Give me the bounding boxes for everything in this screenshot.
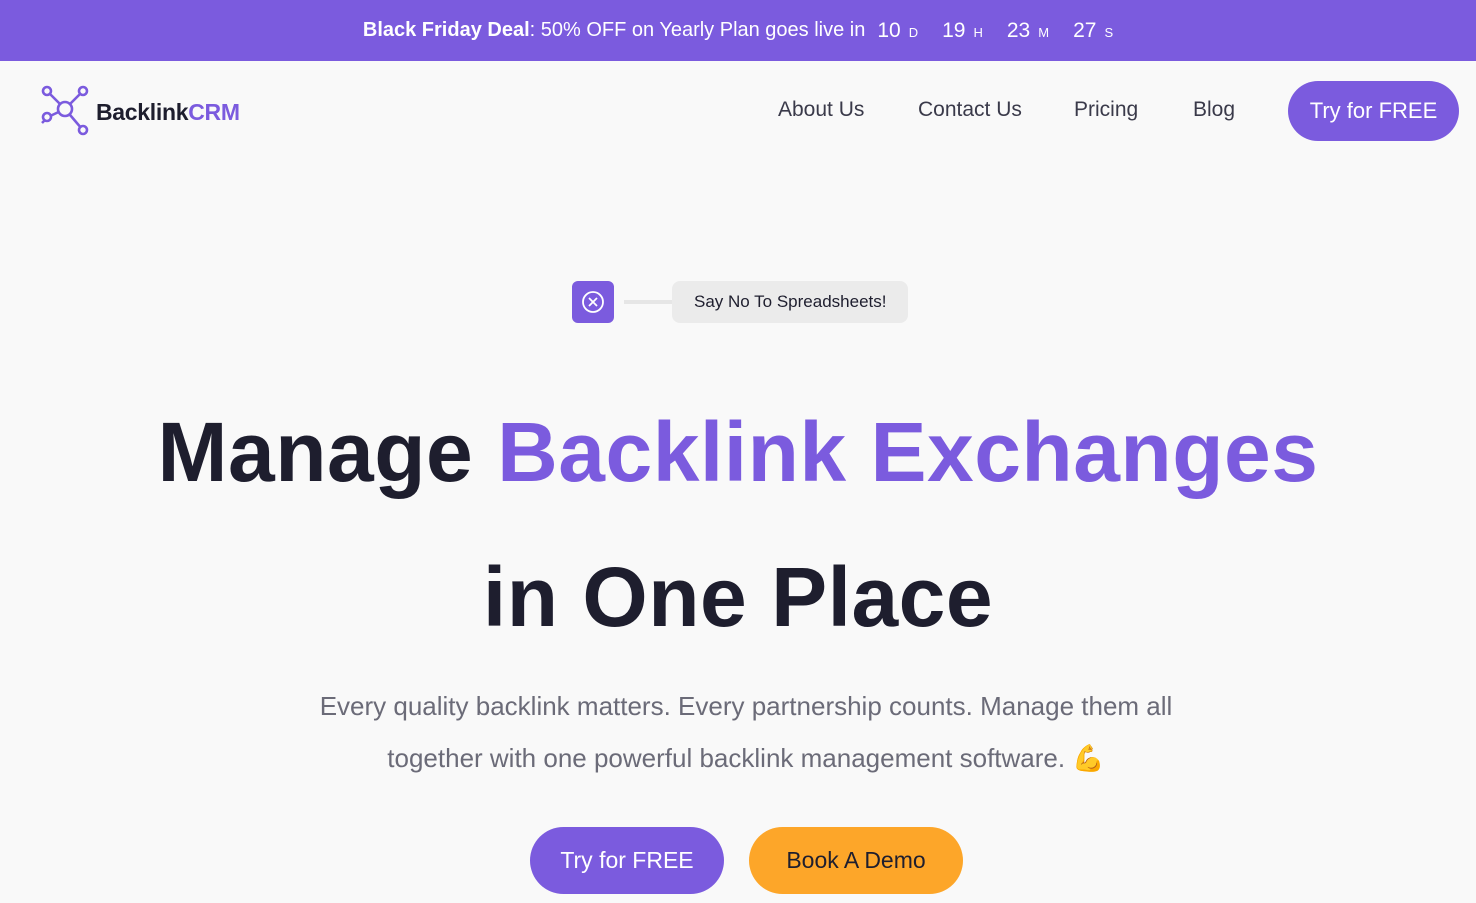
countdown-hours: 19 H: [942, 19, 983, 43]
logo-word: Backlink: [96, 99, 189, 125]
x-circle-icon: [572, 280, 614, 323]
countdown-days: 10 D: [877, 19, 918, 43]
nav-try-free-button[interactable]: Try for FREE: [1288, 81, 1459, 141]
nav-link-pricing[interactable]: Pricing: [1074, 98, 1138, 122]
logo-text: BacklinkCRM: [96, 99, 240, 126]
countdown-minutes-label: M: [1038, 24, 1050, 40]
nav-link-about-us[interactable]: About Us: [778, 98, 864, 122]
tagline-pill: Say No To Spreadsheets!: [672, 280, 909, 323]
countdown-timer: 10 D 19 H 23 M 27 S: [877, 19, 1113, 43]
hero-try-free-button[interactable]: Try for FREE: [530, 827, 724, 894]
logo-accent: CRM: [188, 99, 240, 125]
countdown-days-value: 10: [877, 18, 901, 42]
countdown-days-label: D: [908, 24, 919, 40]
hero-title-line2: in One Place: [482, 550, 994, 644]
hero-title-part1: Manage: [157, 405, 498, 499]
countdown-seconds-value: 27: [1073, 18, 1097, 42]
countdown-minutes: 23 M: [1007, 19, 1049, 43]
countdown-hours-value: 19: [942, 18, 966, 42]
logo[interactable]: BacklinkCRM: [38, 83, 240, 142]
nav-link-contact-us[interactable]: Contact Us: [918, 98, 1022, 122]
promo-banner: Black Friday Deal : 50% OFF on Yearly Pl…: [0, 0, 1476, 61]
promo-deal-title: Black Friday Deal: [362, 19, 530, 41]
promo-deal-text: : 50% OFF on Yearly Plan goes live in: [529, 19, 866, 41]
book-demo-button[interactable]: Book A Demo: [749, 827, 963, 894]
hero-title: Manage Backlink Exchanges in One Place: [0, 380, 1476, 670]
tagline: Say No To Spreadsheets!: [572, 280, 909, 323]
hero-subtitle: Every quality backlink matters. Every pa…: [319, 691, 1173, 773]
hero-title-accent: Backlink Exchanges: [497, 405, 1319, 499]
navbar: BacklinkCRM About Us Contact Us Pricing …: [0, 61, 1476, 159]
countdown-hours-label: H: [973, 24, 983, 40]
countdown-seconds: 27 S: [1073, 19, 1113, 43]
tagline-connector: [624, 299, 672, 304]
nav-link-blog[interactable]: Blog: [1193, 98, 1235, 122]
network-nodes-icon: [38, 83, 92, 142]
countdown-seconds-label: S: [1104, 24, 1114, 40]
hero-cta-group: Try for FREE Book A Demo: [530, 827, 963, 894]
countdown-minutes-value: 23: [1006, 18, 1031, 42]
